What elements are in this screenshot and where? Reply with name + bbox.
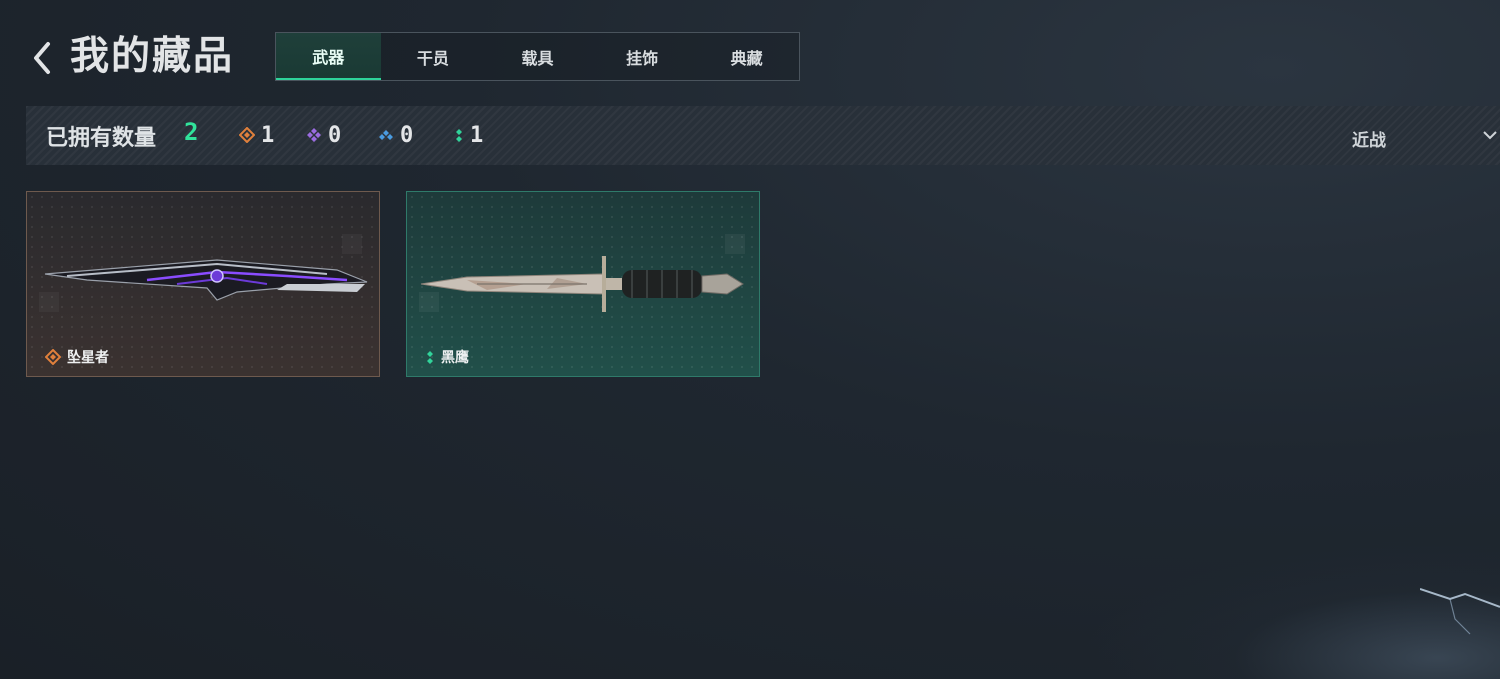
tab-operators[interactable]: 干员 bbox=[381, 33, 486, 80]
tab-weapons[interactable]: 武器 bbox=[276, 33, 381, 80]
back-button[interactable] bbox=[28, 38, 56, 78]
owned-count: 2 bbox=[184, 118, 199, 146]
orange-diamond-icon bbox=[45, 349, 61, 365]
chevron-down-icon[interactable] bbox=[1481, 126, 1499, 144]
orange-diamond-icon bbox=[239, 127, 255, 143]
blue-diamond-icon bbox=[379, 130, 393, 140]
item-name: 黑鹰 bbox=[425, 347, 469, 367]
purple-diamond-icon bbox=[307, 128, 321, 142]
item-name: 坠星者 bbox=[45, 347, 109, 367]
item-card-starfaller[interactable]: 坠星者 bbox=[26, 191, 380, 377]
green-dots-icon bbox=[427, 351, 433, 364]
filter-bar: 已拥有数量 2 1 0 0 1 近战 bbox=[26, 106, 1500, 165]
tab-collection[interactable]: 典藏 bbox=[694, 33, 799, 80]
tab-vehicles[interactable]: 载具 bbox=[485, 33, 590, 80]
item-card-blackhawk[interactable]: 黑鹰 bbox=[406, 191, 760, 377]
rarity-orange-count: 1 bbox=[239, 120, 274, 150]
tab-charms[interactable]: 挂饰 bbox=[590, 33, 695, 80]
rarity-blue-count: 0 bbox=[378, 120, 413, 150]
category-dropdown[interactable]: 近战 bbox=[1352, 126, 1386, 151]
page-title: 我的藏品 bbox=[70, 34, 235, 79]
green-dots-icon bbox=[456, 129, 462, 142]
owned-label: 已拥有数量 bbox=[46, 126, 157, 151]
lightning-decoration bbox=[1420, 588, 1500, 635]
rarity-purple-count: 0 bbox=[306, 120, 341, 150]
rarity-green-count: 1 bbox=[454, 120, 483, 150]
category-tabs: 武器 干员 载具 挂饰 典藏 bbox=[275, 32, 800, 81]
